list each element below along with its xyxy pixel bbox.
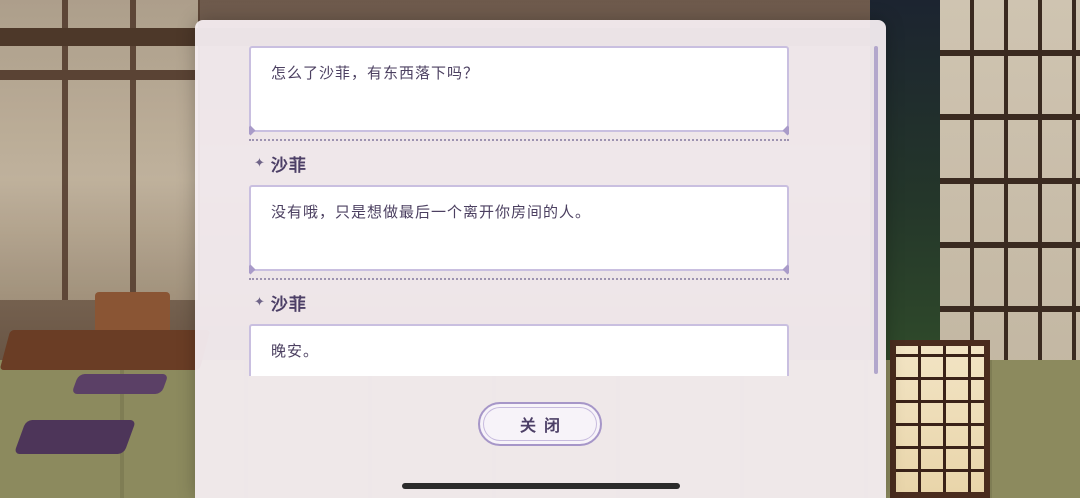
divider (249, 271, 789, 280)
speaker-name: 沙菲 (270, 294, 307, 315)
low-table (0, 330, 211, 370)
sparkle-icon: ✦ (254, 155, 265, 171)
home-indicator[interactable] (402, 483, 680, 489)
dialog-log-list[interactable]: 怎么了沙菲，有东西落下吗？ ✦ 沙菲 没有哦，只是想做最后一个离开你房间的人。 … (249, 46, 789, 376)
speaker-label: ✦ 沙菲 (249, 280, 789, 324)
cushion (71, 374, 169, 394)
cushion (13, 420, 137, 454)
dialog-text: 没有哦，只是想做最后一个离开你房间的人。 (271, 203, 592, 221)
dialog-log-panel: 怎么了沙菲，有东西落下吗？ ✦ 沙菲 没有哦，只是想做最后一个离开你房间的人。 … (195, 20, 886, 498)
dialog-text: 晚安。 (271, 342, 320, 360)
sparkle-icon: ✦ (254, 294, 265, 310)
divider (249, 132, 789, 141)
dialog-bubble: 怎么了沙菲，有东西落下吗？ (249, 46, 789, 132)
speaker-label: ✦ 沙菲 (249, 141, 789, 185)
dialog-bubble: 没有哦，只是想做最后一个离开你房间的人。 (249, 185, 789, 271)
dialog-entry: ✦ 沙菲 没有哦，只是想做最后一个离开你房间的人。 (249, 141, 789, 280)
dialog-text: 怎么了沙菲，有东西落下吗？ (271, 64, 480, 82)
floor-lantern (890, 340, 990, 498)
speaker-name: 沙菲 (270, 155, 307, 176)
dialog-entry: 怎么了沙菲，有东西落下吗？ (249, 46, 789, 141)
scrollbar[interactable] (874, 46, 878, 374)
close-button[interactable]: 关闭 (478, 402, 602, 446)
wall-beam (0, 70, 200, 80)
dialog-entry: ✦ 沙菲 晚安。 (249, 280, 789, 376)
dialog-bubble: 晚安。 (249, 324, 789, 376)
